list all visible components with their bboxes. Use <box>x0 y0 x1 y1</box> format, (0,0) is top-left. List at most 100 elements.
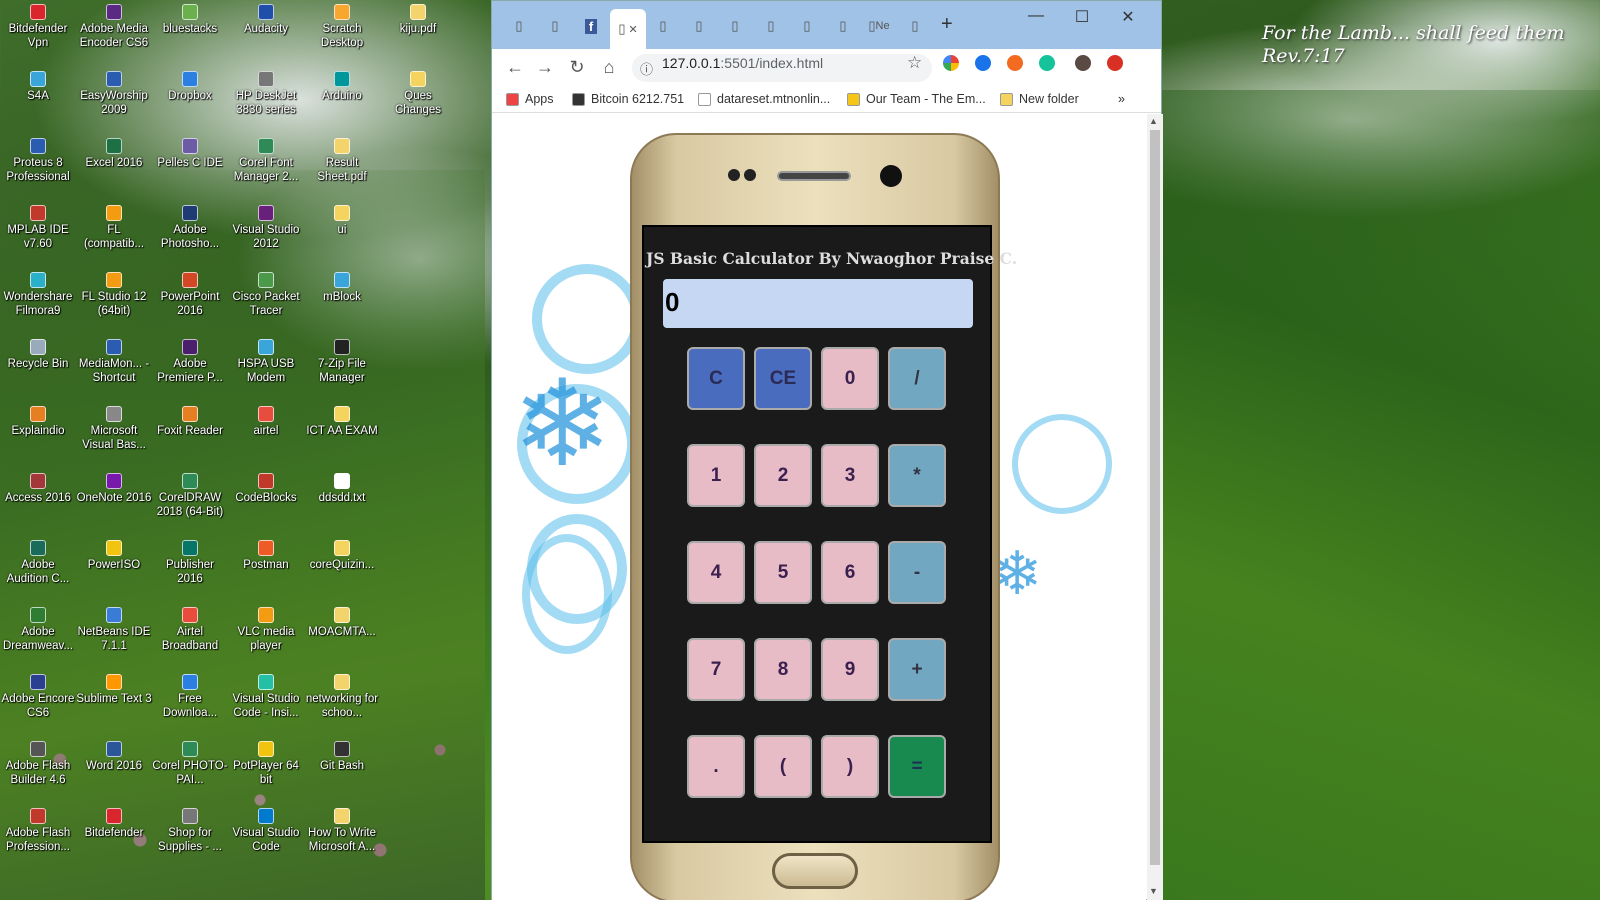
desktop-shortcut[interactable]: HSPA USB Modem <box>228 335 304 385</box>
key-0-button[interactable]: 0 <box>821 347 879 410</box>
key-divide-button[interactable]: / <box>888 347 946 410</box>
tab[interactable]: ▯ <box>754 11 788 41</box>
desktop-shortcut[interactable]: mBlock <box>304 268 380 304</box>
key-equals-button[interactable]: = <box>888 735 946 798</box>
desktop-shortcut[interactable]: 7-Zip File Manager <box>304 335 380 385</box>
desktop-shortcut[interactable]: Excel 2016 <box>76 134 152 170</box>
desktop-shortcut[interactable]: Scratch Desktop <box>304 0 380 50</box>
key-1-button[interactable]: 1 <box>687 444 745 507</box>
bookmark-star-icon[interactable]: ☆ <box>907 53 922 73</box>
tab[interactable]: ▯ <box>826 11 860 41</box>
key-clear-button[interactable]: C <box>687 347 745 410</box>
update-icon[interactable] <box>1107 55 1123 71</box>
desktop-shortcut[interactable]: Sublime Text 3 <box>76 670 152 706</box>
vertical-scrollbar[interactable]: ▲ ▼ <box>1147 114 1163 900</box>
desktop-shortcut[interactable]: PotPlayer 64 bit <box>228 737 304 787</box>
tab[interactable]: ▯ <box>790 11 824 41</box>
desktop-shortcut[interactable]: ddsdd.txt <box>304 469 380 505</box>
desktop-shortcut[interactable]: Corel Font Manager 2... <box>228 134 304 184</box>
bookmark-item[interactable]: New folder <box>1000 92 1079 106</box>
maximize-button[interactable]: ☐ <box>1062 7 1102 27</box>
tab[interactable]: ▯ Ne <box>862 11 896 41</box>
bookmark-item[interactable]: Apps <box>506 92 554 106</box>
tab[interactable]: f <box>574 11 608 41</box>
desktop-shortcut[interactable]: Audacity <box>228 0 304 36</box>
desktop-shortcut[interactable]: bluestacks <box>152 0 228 36</box>
key-8-button[interactable]: 8 <box>754 638 812 701</box>
desktop-shortcut[interactable]: Postman <box>228 536 304 572</box>
desktop-shortcut[interactable]: HP DeskJet 3830 series <box>228 67 304 117</box>
extension-orange-icon[interactable] <box>1007 55 1023 71</box>
desktop-shortcut[interactable]: CorelDRAW 2018 (64-Bit) <box>152 469 228 519</box>
new-tab-button[interactable]: + <box>941 13 953 36</box>
desktop-shortcut[interactable]: Adobe Flash Profession... <box>0 804 76 854</box>
key-decimal-button[interactable]: . <box>687 735 745 798</box>
desktop-shortcut[interactable]: Adobe Dreamweav... <box>0 603 76 653</box>
desktop-shortcut[interactable]: Recycle Bin <box>0 335 76 371</box>
desktop-shortcut[interactable]: Adobe Media Encoder CS6 <box>76 0 152 50</box>
url-text[interactable]: 127.0.0.1:5501/index.html <box>662 55 823 71</box>
scrollbar-thumb[interactable] <box>1150 130 1160 865</box>
desktop-shortcut[interactable]: MOACMTA... <box>304 603 380 639</box>
desktop-shortcut[interactable]: VLC media player <box>228 603 304 653</box>
key-subtract-button[interactable]: - <box>888 541 946 604</box>
desktop-shortcut[interactable]: Word 2016 <box>76 737 152 773</box>
forward-arrow-icon[interactable]: → <box>534 57 556 78</box>
tab[interactable]: ▯ <box>898 11 932 41</box>
desktop-shortcut[interactable]: PowerISO <box>76 536 152 572</box>
desktop-shortcut[interactable]: Ques Changes <box>380 67 456 117</box>
key-5-button[interactable]: 5 <box>754 541 812 604</box>
desktop-shortcut[interactable]: MPLAB IDE v7.60 <box>0 201 76 251</box>
more-bookmarks-button[interactable]: » <box>1118 92 1125 106</box>
desktop-shortcut[interactable]: Visual Studio Code - Insi... <box>228 670 304 720</box>
desktop-shortcut[interactable]: EasyWorship 2009 <box>76 67 152 117</box>
reload-icon[interactable]: ↻ <box>566 57 588 78</box>
desktop-shortcut[interactable]: Cisco Packet Tracer <box>228 268 304 318</box>
scroll-up-arrow-icon[interactable]: ▲ <box>1149 116 1158 126</box>
desktop-shortcut[interactable]: FL Studio 12 (64bit) <box>76 268 152 318</box>
desktop-shortcut[interactable]: Wondershare Filmora9 <box>0 268 76 318</box>
desktop-shortcut[interactable]: ui <box>304 201 380 237</box>
key-7-button[interactable]: 7 <box>687 638 745 701</box>
key-multiply-button[interactable]: * <box>888 444 946 507</box>
key-9-button[interactable]: 9 <box>821 638 879 701</box>
desktop-shortcut[interactable]: coreQuizin... <box>304 536 380 572</box>
desktop-shortcut[interactable]: CodeBlocks <box>228 469 304 505</box>
profile-avatar[interactable] <box>1075 55 1091 71</box>
desktop-shortcut[interactable]: Access 2016 <box>0 469 76 505</box>
key-close-paren-button[interactable]: ) <box>821 735 879 798</box>
desktop-shortcut[interactable]: kiju.pdf <box>380 0 456 36</box>
desktop-shortcut[interactable]: Proteus 8 Professional <box>0 134 76 184</box>
desktop-shortcut[interactable]: How To Write Microsoft A... <box>304 804 380 854</box>
tab[interactable]: ▯ <box>646 11 680 41</box>
desktop-shortcut[interactable]: Visual Studio Code <box>228 804 304 854</box>
desktop-shortcut[interactable]: Visual Studio 2012 <box>228 201 304 251</box>
desktop-shortcut[interactable]: Result Sheet.pdf <box>304 134 380 184</box>
desktop-shortcut[interactable]: airtel <box>228 402 304 438</box>
desktop-shortcut[interactable]: Microsoft Visual Bas... <box>76 402 152 452</box>
desktop-shortcut[interactable]: NetBeans IDE 7.1.1 <box>76 603 152 653</box>
tab[interactable]: ▯ <box>682 11 716 41</box>
desktop-shortcut[interactable]: FL (compatib... <box>76 201 152 251</box>
desktop-shortcut[interactable]: Foxit Reader <box>152 402 228 438</box>
desktop-shortcut[interactable]: Adobe Photosho... <box>152 201 228 251</box>
back-arrow-icon[interactable]: ← <box>504 57 526 78</box>
key-clear-entry-button[interactable]: CE <box>754 347 812 410</box>
desktop-shortcut[interactable]: Explaindio <box>0 402 76 438</box>
scroll-down-arrow-icon[interactable]: ▼ <box>1149 886 1158 896</box>
bookmark-item[interactable]: Bitcoin 6212.751 <box>572 92 684 106</box>
key-2-button[interactable]: 2 <box>754 444 812 507</box>
desktop-shortcut[interactable]: Adobe Audition C... <box>0 536 76 586</box>
desktop-shortcut[interactable]: Airtel Broadband <box>152 603 228 653</box>
desktop-shortcut[interactable]: Adobe Flash Builder 4.6 <box>0 737 76 787</box>
bookmark-item[interactable]: datareset.mtnonlin... <box>698 92 830 106</box>
tab[interactable]: ▯ <box>718 11 752 41</box>
extension-blue-icon[interactable] <box>975 55 991 71</box>
desktop-shortcut[interactable]: Adobe Encore CS6 <box>0 670 76 720</box>
desktop-shortcut[interactable]: Bitdefender Vpn <box>0 0 76 50</box>
desktop-shortcut[interactable]: Publisher 2016 <box>152 536 228 586</box>
tab[interactable]: ▯ <box>502 11 536 41</box>
close-tab-icon[interactable]: ✕ <box>628 23 637 36</box>
key-open-paren-button[interactable]: ( <box>754 735 812 798</box>
tab-active[interactable]: ▯ ✕ <box>610 9 646 49</box>
